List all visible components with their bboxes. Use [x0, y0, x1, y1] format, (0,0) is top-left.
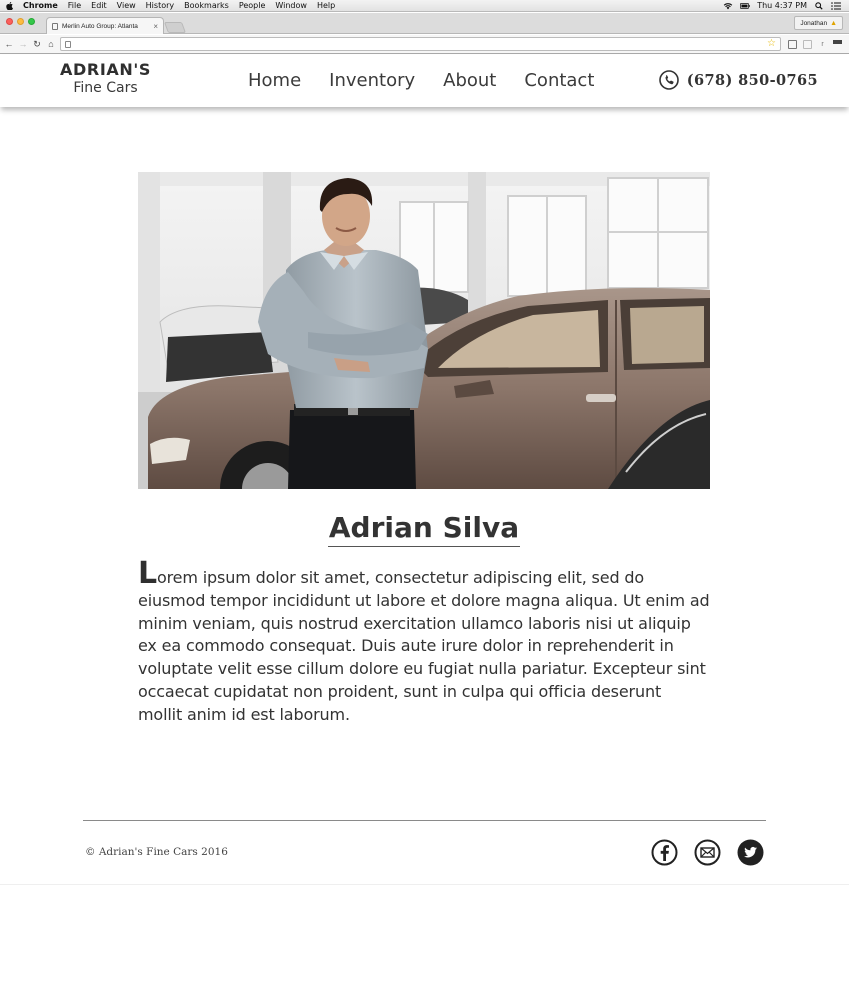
nav-contact[interactable]: Contact [524, 69, 594, 93]
site-header: ADRIAN'S Fine Cars Home Inventory About … [0, 55, 849, 107]
battery-icon[interactable] [740, 2, 750, 10]
bookmark-star-icon[interactable]: ☆ [767, 39, 776, 49]
new-tab-button[interactable] [163, 22, 187, 33]
cast-icon[interactable] [788, 39, 797, 49]
back-icon[interactable]: ← [4, 39, 14, 49]
menu-file[interactable]: File [68, 1, 81, 10]
tab-title: Merlin Auto Group: Atlanta [62, 22, 138, 30]
logo-title: ADRIAN'S [60, 60, 151, 79]
os-menubar: Chrome File Edit View History Bookmarks … [0, 0, 849, 12]
notification-center-icon[interactable] [831, 1, 841, 10]
phone-icon [658, 70, 679, 90]
menu-people[interactable]: People [239, 1, 266, 10]
site-logo[interactable]: ADRIAN'S Fine Cars [58, 61, 153, 97]
page-end-line [0, 884, 849, 885]
forward-icon[interactable]: → [18, 39, 28, 49]
warning-icon: ▲ [830, 19, 837, 27]
menu-help[interactable]: Help [317, 1, 335, 10]
nav-about[interactable]: About [443, 69, 496, 93]
social-links [651, 839, 764, 866]
extension-icons: r [785, 39, 845, 49]
menu-edit[interactable]: Edit [91, 1, 107, 10]
salesman-photo [138, 172, 710, 489]
nav-inventory[interactable]: Inventory [329, 69, 415, 93]
status-area: Thu 4:37 PM [723, 1, 849, 10]
spotlight-search-icon[interactable] [814, 1, 824, 10]
profile-bio: Lorem ipsum dolor sit amet, consectetur … [138, 559, 710, 727]
close-window-button[interactable] [6, 18, 13, 25]
browser-toolbar: ← → ↻ ⌂ ☆ r [0, 35, 849, 54]
email-icon[interactable] [694, 839, 721, 866]
page-icon [52, 22, 58, 30]
minimize-window-button[interactable] [17, 18, 24, 25]
menu-view[interactable]: View [117, 1, 136, 10]
menu-bookmarks[interactable]: Bookmarks [184, 1, 229, 10]
phone-contact[interactable]: (678) 850-0765 [658, 70, 818, 90]
tab-close-icon[interactable]: × [153, 22, 158, 31]
twitter-icon[interactable] [737, 839, 764, 866]
nav-home[interactable]: Home [248, 69, 301, 93]
bio-text: orem ipsum dolor sit amet, consectetur a… [138, 568, 710, 724]
clock[interactable]: Thu 4:37 PM [757, 1, 807, 10]
page-info-icon[interactable] [65, 40, 71, 48]
bio-drop-cap: L [138, 556, 157, 591]
window-controls [6, 18, 35, 25]
profile-name: Adrian Silva [138, 508, 710, 548]
extension-page-icon[interactable] [803, 39, 812, 49]
profile-name: Jonathan [800, 19, 828, 27]
menu-window[interactable]: Window [275, 1, 307, 10]
footer-divider [83, 820, 766, 821]
copyright-text: © Adrian's Fine Cars 2016 [85, 846, 228, 858]
profile-button[interactable]: Jonathan ▲ [794, 16, 843, 30]
browser-tab[interactable]: Merlin Auto Group: Atlanta × [46, 17, 164, 34]
facebook-icon[interactable] [651, 839, 678, 866]
reload-icon[interactable]: ↻ [32, 39, 42, 49]
home-icon[interactable]: ⌂ [46, 39, 56, 49]
address-bar[interactable]: ☆ [60, 37, 781, 51]
profile-name-text: Adrian Silva [327, 510, 521, 547]
apple-icon[interactable] [4, 1, 14, 11]
menu-app-chrome[interactable]: Chrome [23, 1, 58, 10]
hero-photo [138, 172, 710, 489]
chrome-menu-icon[interactable] [833, 39, 842, 49]
extension-r-icon[interactable]: r [818, 40, 827, 49]
main-nav: Home Inventory About Contact [248, 69, 622, 93]
wifi-icon[interactable] [723, 2, 733, 10]
phone-number: (678) 850-0765 [686, 71, 818, 89]
menu-history[interactable]: History [146, 1, 174, 10]
zoom-window-button[interactable] [28, 18, 35, 25]
browser-tabstrip: Merlin Auto Group: Atlanta × Jonathan ▲ [0, 13, 849, 34]
logo-subtitle: Fine Cars [73, 80, 138, 96]
